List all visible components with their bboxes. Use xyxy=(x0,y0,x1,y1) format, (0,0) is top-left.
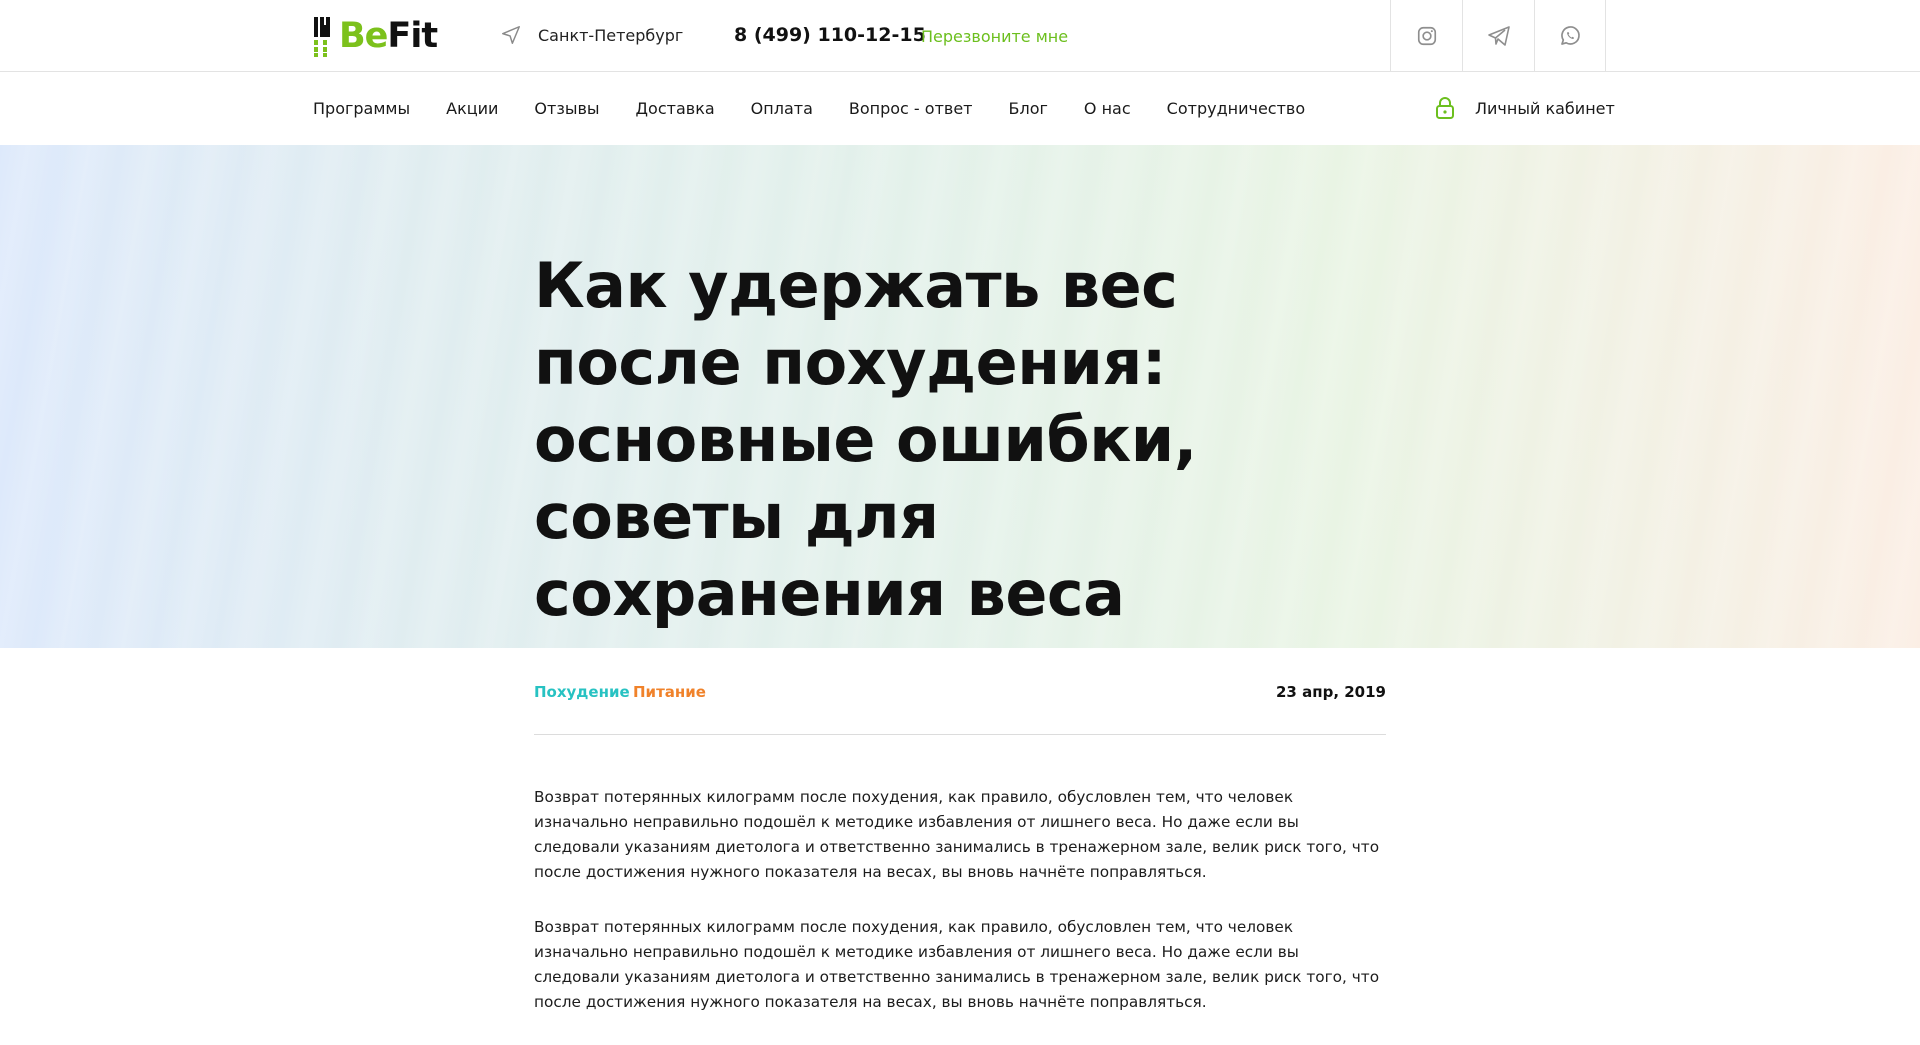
tag-weight-loss[interactable]: Похудение xyxy=(534,683,630,701)
lock-icon xyxy=(1436,97,1454,119)
nav-item-payment[interactable]: Оплата xyxy=(751,99,813,118)
publish-date: 23 апр, 2019 xyxy=(1276,683,1386,701)
nav-item-about[interactable]: О нас xyxy=(1084,99,1131,118)
nav-item-partnership[interactable]: Сотрудничество xyxy=(1167,99,1305,118)
instagram-icon xyxy=(1417,26,1436,46)
page-title: Как удержать вес после похудения: основн… xyxy=(534,249,1197,630)
top-bar: BeFit Санкт-Петербург 8 (499) 110-12-15 … xyxy=(0,0,1920,72)
main-nav: Программы Акции Отзывы Доставка Оплата В… xyxy=(0,73,1920,145)
article-meta: Похудение Питание 23 апр, 2019 xyxy=(534,683,1386,735)
telegram-icon xyxy=(1487,26,1510,46)
instagram-link[interactable] xyxy=(1390,0,1462,72)
article-body: Возврат потерянных килограмм после похуд… xyxy=(534,785,1386,1045)
cabinet-label: Личный кабинет xyxy=(1475,98,1615,118)
nav-list: Программы Акции Отзывы Доставка Оплата В… xyxy=(313,99,1341,118)
telegram-link[interactable] xyxy=(1462,0,1534,72)
logo-be: Be xyxy=(339,15,388,56)
location-arrow-icon xyxy=(502,26,520,44)
logo-text: BeFit xyxy=(339,15,438,56)
nav-item-promotions[interactable]: Акции xyxy=(446,99,498,118)
logo-fit: Fit xyxy=(387,15,438,56)
article-paragraph: Возврат потерянных килограмм после похуд… xyxy=(534,788,1380,881)
callback-link[interactable]: Перезвоните мне xyxy=(921,27,1068,46)
personal-cabinet-link[interactable]: Личный кабинет xyxy=(1435,97,1615,119)
nav-item-faq[interactable]: Вопрос - ответ xyxy=(849,99,973,118)
nav-item-programs[interactable]: Программы xyxy=(313,99,410,118)
logo[interactable]: BeFit xyxy=(313,14,438,58)
article-paragraph: Возврат потерянных килограмм после похуд… xyxy=(534,918,1380,1011)
tag-nutrition[interactable]: Питание xyxy=(633,683,706,701)
phone-number[interactable]: 8 (499) 110-12-15 xyxy=(734,24,926,46)
nav-item-blog[interactable]: Блог xyxy=(1009,99,1048,118)
whatsapp-icon xyxy=(1561,26,1580,45)
logo-utensils-icon xyxy=(314,17,330,57)
nav-item-reviews[interactable]: Отзывы xyxy=(534,99,599,118)
hero-banner: Как удержать вес после похудения: основн… xyxy=(0,145,1920,648)
nav-item-delivery[interactable]: Доставка xyxy=(636,99,715,118)
city-label: Санкт-Петербург xyxy=(538,25,684,45)
whatsapp-link[interactable] xyxy=(1534,0,1606,72)
social-links xyxy=(1390,0,1606,72)
city-selector[interactable]: Санкт-Петербург xyxy=(500,24,683,46)
